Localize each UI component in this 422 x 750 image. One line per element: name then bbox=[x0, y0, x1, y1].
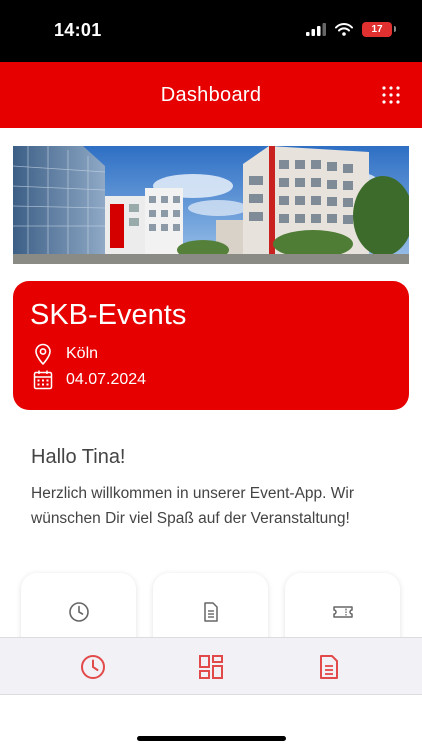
event-location-label: Köln bbox=[66, 345, 99, 362]
calendar-icon bbox=[33, 370, 53, 390]
battery-indicator: 17 bbox=[362, 22, 396, 37]
status-time: 14:01 bbox=[54, 20, 102, 40]
status-bar: 14:01 17 bbox=[0, 0, 422, 62]
event-location: Köln bbox=[33, 343, 98, 365]
tab-schedule-clock-icon[interactable] bbox=[80, 654, 106, 680]
clock-icon bbox=[69, 602, 89, 622]
home-indicator bbox=[137, 736, 286, 741]
welcome-message: Herzlich willkommen in unserer Event-App… bbox=[31, 485, 355, 527]
grid-menu-icon[interactable] bbox=[382, 86, 400, 104]
cellular-signal-icon bbox=[306, 23, 326, 36]
app-header: Dashboard bbox=[0, 62, 422, 128]
event-title: SKB-Events bbox=[30, 299, 187, 331]
event-date: 04.07.2024 bbox=[33, 369, 146, 391]
wifi-icon bbox=[335, 23, 353, 36]
greeting-title: Hallo Tina! bbox=[31, 446, 126, 468]
ticket-icon bbox=[333, 606, 353, 618]
location-pin-icon bbox=[35, 343, 51, 365]
tab-bar bbox=[0, 637, 422, 695]
hero-image bbox=[13, 146, 409, 264]
event-date-label: 04.07.2024 bbox=[66, 371, 147, 388]
document-icon bbox=[204, 602, 218, 622]
page-title: Dashboard bbox=[160, 84, 262, 106]
status-icons: 17 bbox=[306, 22, 396, 37]
tab-dashboard-grid-icon[interactable] bbox=[198, 654, 224, 680]
tab-documents-document-icon[interactable] bbox=[316, 654, 342, 680]
